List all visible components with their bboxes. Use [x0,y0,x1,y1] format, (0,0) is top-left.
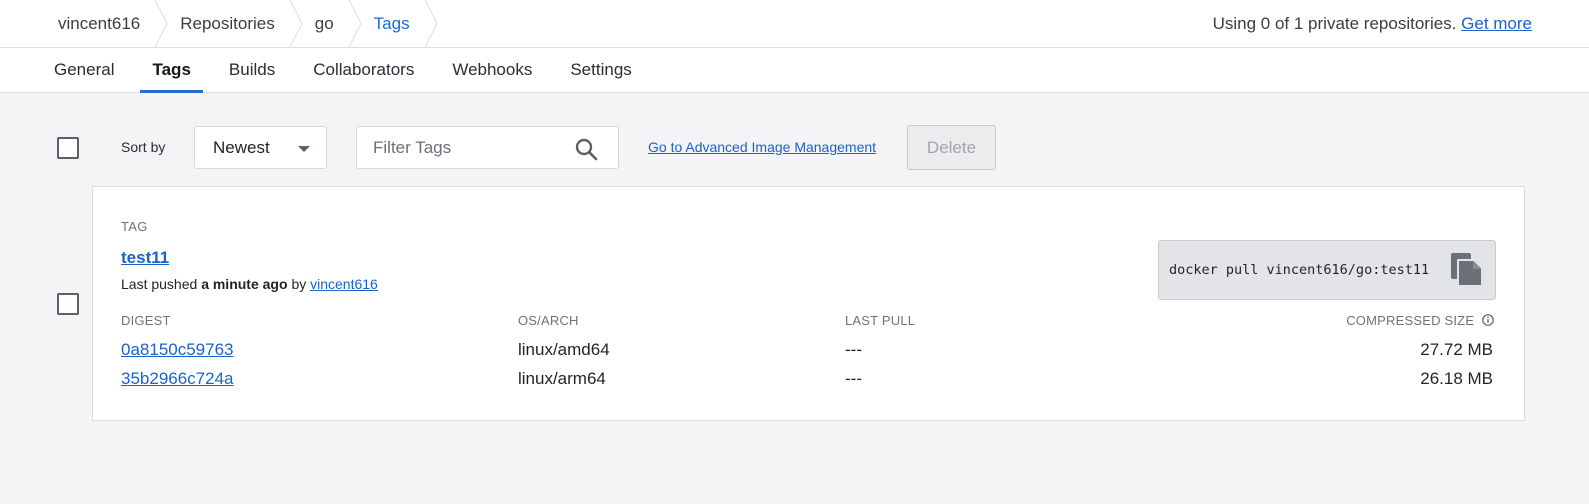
chevron-down-icon [298,146,310,152]
digest-link[interactable]: 0a8150c59763 [121,340,234,359]
breadcrumb-item-tags[interactable]: Tags [356,0,438,47]
breadcrumb-label[interactable]: Tags [374,14,410,34]
last-pushed-info: Last pushed a minute ago by vincent616 [121,276,378,292]
tag-row-checkbox[interactable] [57,293,79,315]
info-icon[interactable] [1482,314,1494,326]
filter-tags-field[interactable] [356,126,619,169]
last-pull-cell: --- [845,369,862,388]
quota-text: Using 0 of 1 private repositories. [1212,14,1457,33]
size-cell: 26.18 MB [1420,369,1493,388]
breadcrumb-separator-icon [424,0,438,47]
select-all-checkbox[interactable] [57,137,79,159]
size-cell: 27.72 MB [1420,340,1493,359]
column-header-os-arch: OS/ARCH [518,313,579,328]
tag-name-link[interactable]: test11 [121,248,169,268]
breadcrumb-label[interactable]: go [315,14,334,34]
sort-select[interactable]: Newest [194,126,327,169]
tab-collaborators[interactable]: Collaborators [301,48,426,92]
column-header-last-pull: LAST PULL [845,313,916,328]
pull-command-text: docker pull vincent616/go:test11 [1169,262,1430,278]
column-header-compressed-size: COMPRESSED SIZE [1346,313,1494,328]
tab-general[interactable]: General [42,48,126,92]
breadcrumb: vincent616 Repositories go Tags [40,0,438,47]
filter-tags-input[interactable] [373,137,573,159]
breadcrumb-item-user[interactable]: vincent616 [40,0,168,47]
tab-tags[interactable]: Tags [140,48,204,93]
breadcrumb-item-repositories[interactable]: Repositories [162,0,303,47]
sort-by-label: Sort by [121,139,166,155]
digest-row: 0a8150c59763 [121,340,234,360]
pushed-prefix: Last pushed [121,276,198,292]
compressed-size-label: COMPRESSED SIZE [1346,313,1475,328]
breadcrumb-item-repo[interactable]: go [297,0,362,47]
pushed-by-user-link[interactable]: vincent616 [310,276,378,292]
get-more-link[interactable]: Get more [1461,14,1532,33]
tag-card: TAG test11 Last pushed a minute ago by v… [92,186,1525,421]
tab-builds[interactable]: Builds [217,48,287,92]
top-bar: vincent616 Repositories go Tags Using 0 … [0,0,1589,48]
tab-webhooks[interactable]: Webhooks [440,48,544,92]
delete-button[interactable]: Delete [907,125,996,170]
tab-settings[interactable]: Settings [558,48,643,92]
breadcrumb-label[interactable]: vincent616 [58,14,140,34]
digest-link[interactable]: 35b2966c724a [121,369,234,388]
search-icon[interactable] [574,137,598,161]
docker-pull-command-box: docker pull vincent616/go:test11 [1158,240,1496,300]
os-arch-cell: linux/arm64 [518,369,606,388]
pushed-when: a minute ago [201,276,288,292]
tag-section-label: TAG [121,219,148,234]
sort-value: Newest [213,137,270,157]
digest-row: 35b2966c724a [121,369,234,389]
last-pull-cell: --- [845,340,862,359]
pushed-by-word: by [291,276,307,292]
advanced-image-management-link[interactable]: Go to Advanced Image Management [648,139,876,155]
private-repo-quota: Using 0 of 1 private repositories. Get m… [1213,14,1532,34]
tab-bar: General Tags Builds Collaborators Webhoo… [0,48,1589,93]
copy-icon[interactable] [1449,251,1485,289]
column-header-digest: DIGEST [121,313,171,328]
breadcrumb-label[interactable]: Repositories [180,14,275,34]
os-arch-cell: linux/amd64 [518,340,610,359]
